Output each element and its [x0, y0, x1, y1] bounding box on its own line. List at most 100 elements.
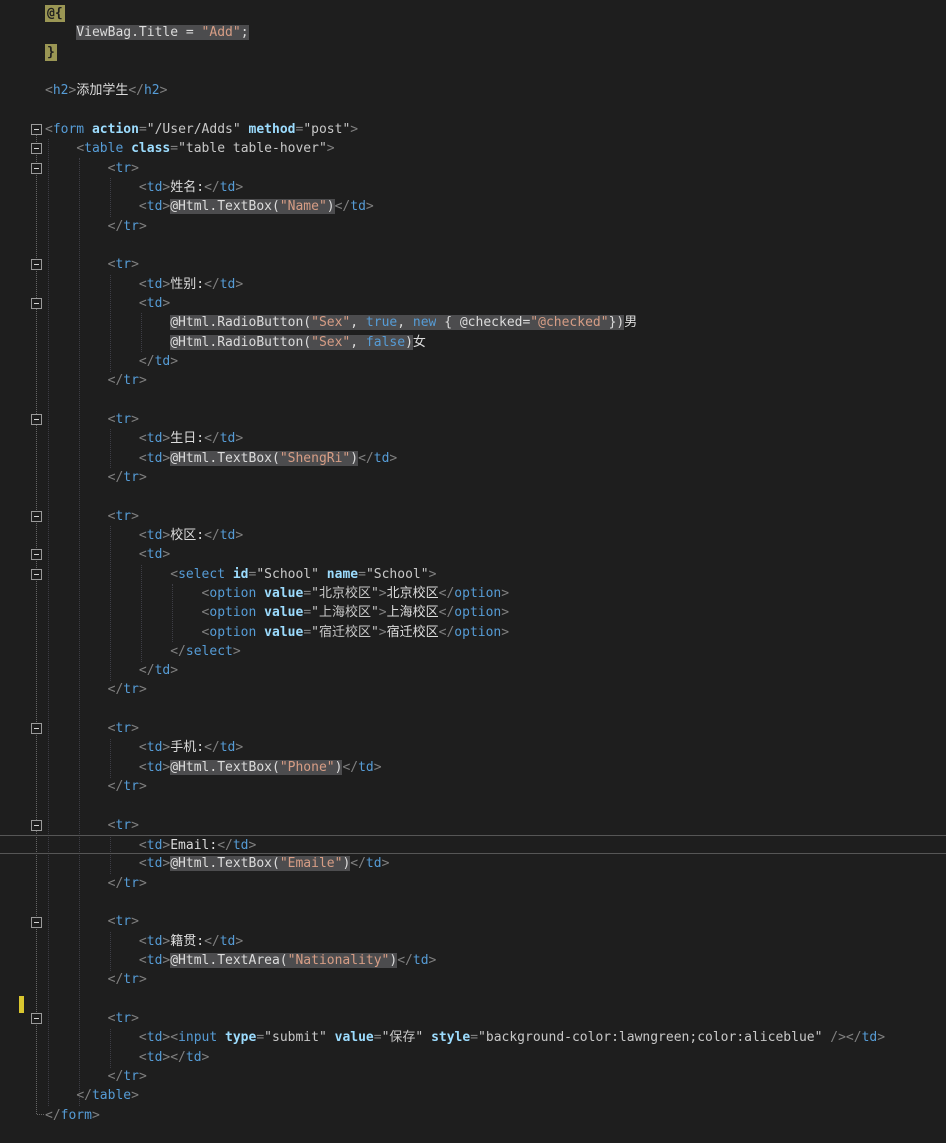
code-line[interactable]: <option value="宿迁校区">宿迁校区</option>	[0, 623, 946, 642]
code-line[interactable]	[0, 487, 946, 506]
code-line[interactable]: </tr>	[0, 217, 946, 236]
code-line[interactable]: }	[0, 43, 946, 62]
code-token: >	[138, 218, 147, 234]
fold-toggle-icon[interactable]	[31, 259, 42, 271]
fold-toggle-icon[interactable]	[31, 297, 42, 309]
code-line[interactable]: <option value="上海校区">上海校区</option>	[0, 603, 946, 622]
code-line[interactable]: <td>	[0, 294, 946, 313]
code-token: table	[84, 141, 124, 157]
code-line[interactable]: <td>Email:</td>	[0, 835, 946, 855]
code-token: >	[381, 856, 390, 872]
fold-toggle-icon[interactable]	[31, 123, 42, 135]
code-line[interactable]: <form action="/User/Adds" method="post">	[0, 120, 946, 139]
code-line[interactable]: <tr>	[0, 507, 946, 526]
code-line[interactable]: <td></td>	[0, 1048, 946, 1067]
fold-toggle-icon[interactable]	[31, 819, 42, 831]
code-line[interactable]: <td>@Html.TextBox("Phone")</td>	[0, 758, 946, 777]
fold-toggle-icon[interactable]	[31, 162, 42, 174]
code-line[interactable]	[0, 796, 946, 815]
code-line[interactable]	[0, 391, 946, 410]
code-line[interactable]: </tr>	[0, 777, 946, 796]
code-line[interactable]: <td>@Html.TextBox("Emaile")</td>	[0, 854, 946, 873]
code-line[interactable]: <td>@Html.TextArea("Nationality")</td>	[0, 951, 946, 970]
code-token: 性别:	[170, 276, 205, 292]
code-line[interactable]: </form>	[0, 1106, 946, 1125]
code-line[interactable]: </td>	[0, 352, 946, 371]
code-line[interactable]	[0, 990, 946, 1009]
code-line[interactable]: <td>	[0, 545, 946, 564]
code-token: td	[219, 179, 236, 195]
code-line[interactable]: <td>校区:</td>	[0, 526, 946, 545]
code-line[interactable]: @{	[0, 4, 946, 23]
fold-toggle-icon[interactable]	[31, 916, 42, 928]
code-token: name	[326, 566, 359, 582]
code-line[interactable]: </tr>	[0, 680, 946, 699]
code-line[interactable]: </td>	[0, 661, 946, 680]
code-line[interactable]: ViewBag.Title = "Add";	[0, 23, 946, 42]
fold-toggle-icon[interactable]	[31, 549, 42, 561]
code-line[interactable]	[0, 893, 946, 912]
code-line[interactable]: <tr>	[0, 816, 946, 835]
code-line[interactable]: <td>姓名:</td>	[0, 178, 946, 197]
code-line[interactable]: <td><input type="submit" value="保存" styl…	[0, 1028, 946, 1047]
code-line[interactable]	[0, 700, 946, 719]
code-token: tr	[115, 411, 132, 427]
code-line[interactable]	[0, 62, 946, 81]
code-token: td	[219, 276, 236, 292]
code-token: </	[845, 1030, 862, 1046]
code-line[interactable]: <h2>添加学生</h2>	[0, 81, 946, 100]
code-line[interactable]: </table>	[0, 1086, 946, 1105]
code-line[interactable]: <select id="School" name="School">	[0, 565, 946, 584]
code-token: >	[389, 450, 398, 466]
code-line[interactable]: <tr>	[0, 255, 946, 274]
fold-toggle-icon[interactable]	[31, 510, 42, 522]
code-line[interactable]: <td>@Html.TextBox("Name")</td>	[0, 197, 946, 216]
code-line[interactable]: </tr>	[0, 1067, 946, 1086]
code-line[interactable]: <tr>	[0, 410, 946, 429]
code-line[interactable]: <td>@Html.TextBox("ShengRi")</td>	[0, 449, 946, 468]
fold-toggle-icon[interactable]	[31, 723, 42, 735]
fold-toggle-icon[interactable]	[31, 568, 42, 580]
code-token: td	[146, 953, 163, 969]
code-line[interactable]: </tr>	[0, 371, 946, 390]
code-token: td	[146, 933, 163, 949]
fold-toggle-icon[interactable]	[31, 1013, 42, 1025]
code-token: =	[303, 624, 312, 640]
code-line[interactable]: <table class="table table-hover">	[0, 139, 946, 158]
fold-toggle-icon[interactable]	[31, 413, 42, 425]
code-line[interactable]: </tr>	[0, 874, 946, 893]
code-line[interactable]: <tr>	[0, 719, 946, 738]
code-line[interactable]: <option value="北京校区">北京校区</option>	[0, 584, 946, 603]
code-token: >	[378, 624, 387, 640]
code-line[interactable]: @Html.RadioButton("Sex", false)女	[0, 333, 946, 352]
code-line[interactable]: </select>	[0, 642, 946, 661]
code-token: </	[204, 179, 220, 195]
code-token: td	[185, 1049, 202, 1065]
code-line[interactable]: <td>手机:</td>	[0, 738, 946, 757]
code-line[interactable]	[0, 236, 946, 255]
code-area[interactable]: @{ ViewBag.Title = "Add";} <h2>添加学生</h2> <…	[0, 4, 946, 1125]
fold-toggle-icon[interactable]	[31, 143, 42, 155]
code-line[interactable]: <td>性别:</td>	[0, 275, 946, 294]
code-line[interactable]	[0, 101, 946, 120]
code-line[interactable]: <td>籍贯:</td>	[0, 932, 946, 951]
code-token: Email:	[170, 838, 218, 854]
code-line[interactable]: </tr>	[0, 468, 946, 487]
code-token: td	[146, 527, 163, 543]
code-line[interactable]: </tr>	[0, 970, 946, 989]
code-line[interactable]: @Html.RadioButton("Sex", true, new { @ch…	[0, 313, 946, 332]
code-token: "background-color:lawngreen;color:aliceb…	[478, 1030, 823, 1046]
code-line[interactable]: <tr>	[0, 159, 946, 178]
code-token: >	[501, 585, 510, 601]
code-token: "北京校区"	[311, 585, 379, 601]
code-token: >	[373, 759, 382, 775]
code-token: @Html.TextBox(	[170, 856, 280, 872]
code-line[interactable]: <td>生日:</td>	[0, 429, 946, 448]
code-line[interactable]: <tr>	[0, 912, 946, 931]
code-line[interactable]: <tr>	[0, 1009, 946, 1028]
